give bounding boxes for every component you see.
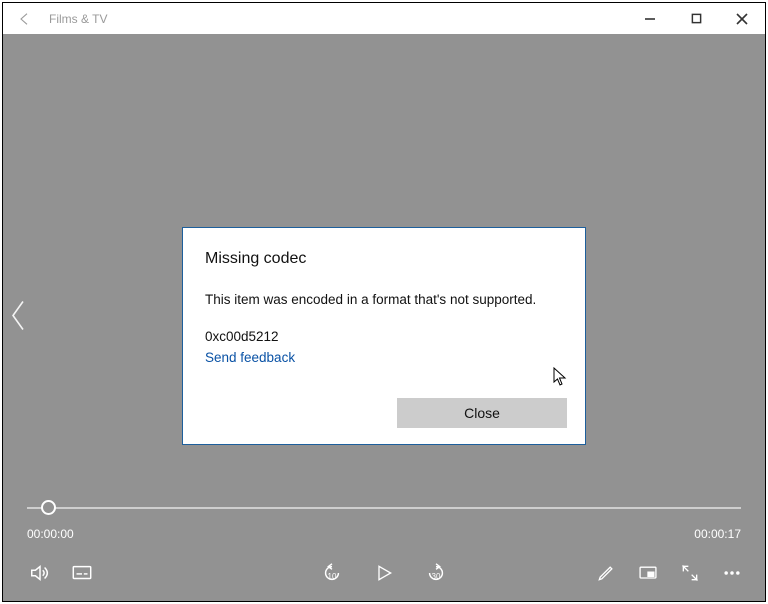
title-bar: Films & TV xyxy=(3,3,765,34)
back-button[interactable] xyxy=(11,11,39,27)
minimize-button[interactable] xyxy=(627,3,673,34)
app-title: Films & TV xyxy=(39,12,627,26)
seek-thumb[interactable] xyxy=(41,500,56,515)
edit-icon[interactable] xyxy=(595,562,617,584)
maximize-button[interactable] xyxy=(673,3,719,34)
dialog-title: Missing codec xyxy=(205,250,563,268)
skip-back-icon[interactable]: 10 xyxy=(321,562,343,584)
play-icon[interactable] xyxy=(373,562,395,584)
skip-back-label: 10 xyxy=(328,572,337,581)
previous-button[interactable] xyxy=(9,298,27,337)
dialog-body: This item was encoded in a format that's… xyxy=(205,292,563,307)
skip-fwd-label: 30 xyxy=(432,572,441,581)
more-icon[interactable] xyxy=(721,562,743,584)
seek-bar[interactable] xyxy=(27,507,741,509)
close-button[interactable]: Close xyxy=(397,398,567,428)
close-window-button[interactable] xyxy=(719,3,765,34)
volume-icon[interactable] xyxy=(29,562,51,584)
subtitles-icon[interactable] xyxy=(71,562,93,584)
skip-forward-icon[interactable]: 30 xyxy=(425,562,447,584)
player-controls: 00:00:00 00:00:17 xyxy=(3,487,765,601)
video-area: Missing codec This item was encoded in a… xyxy=(3,34,765,601)
error-code: 0xc00d5212 xyxy=(205,329,563,344)
error-dialog: Missing codec This item was encoded in a… xyxy=(182,227,586,445)
time-total: 00:00:17 xyxy=(694,527,741,541)
mini-view-icon[interactable] xyxy=(637,562,659,584)
fullscreen-icon[interactable] xyxy=(679,562,701,584)
send-feedback-link[interactable]: Send feedback xyxy=(205,350,563,365)
time-elapsed: 00:00:00 xyxy=(27,527,74,541)
